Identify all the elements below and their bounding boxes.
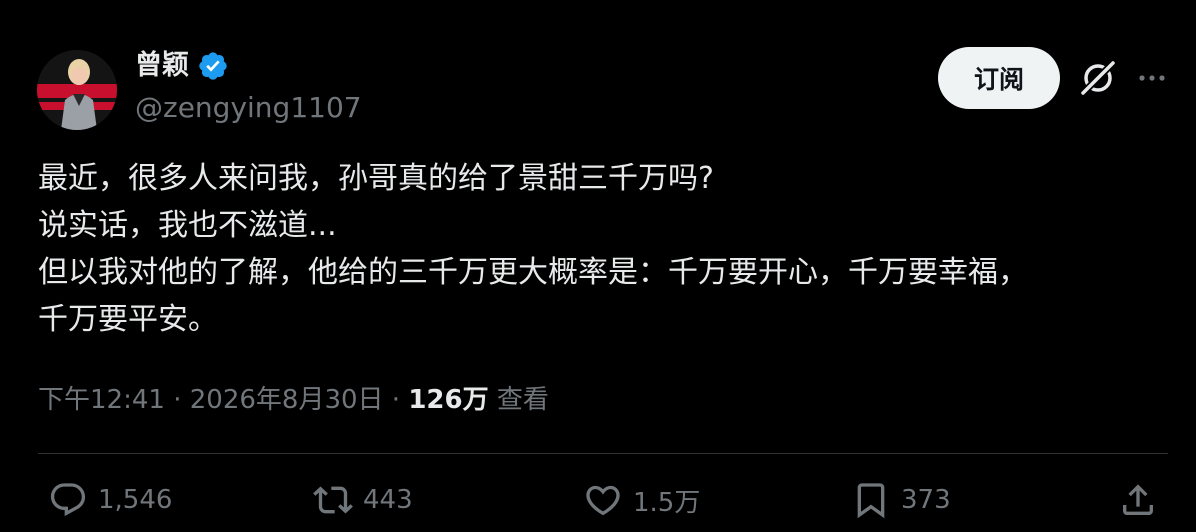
- subscribe-button[interactable]: 订阅: [938, 47, 1060, 109]
- action-bar: 1,546 443 1.5万 373: [0, 474, 1196, 530]
- divider: [38, 453, 1168, 454]
- share-icon: [1123, 484, 1153, 515]
- like-count: 1.5万: [633, 487, 701, 518]
- share-button[interactable]: [1118, 480, 1158, 520]
- tweet-text-line: 但以我对他的了解，他给的三千万更大概率是：千万要开心，千万要幸福，: [38, 255, 1028, 290]
- verified-badge-icon[interactable]: [197, 50, 229, 82]
- author-handle[interactable]: @zengying1107: [135, 90, 362, 126]
- tweet-date[interactable]: 2026年8月30日: [190, 385, 384, 415]
- tweet-text: 最近，很多人来问我，孙哥真的给了景甜三千万吗? 说实话，我也不滋道... 但以我…: [38, 155, 1168, 343]
- meta-separator: ·: [391, 385, 401, 415]
- grok-icon[interactable]: [1078, 58, 1118, 98]
- tweet-time[interactable]: 下午12:41: [38, 385, 165, 415]
- views-count[interactable]: 126万: [408, 385, 488, 415]
- tweet-card: 曾颖 @zengying1107 订阅 最近，很多人来问我，孙哥真的给了景甜三千…: [0, 0, 1196, 532]
- reply-icon: [50, 483, 86, 517]
- reply-count: 1,546: [98, 485, 173, 515]
- meta-separator: ·: [173, 385, 182, 415]
- like-button[interactable]: 1.5万: [583, 480, 700, 520]
- heart-icon: [586, 485, 620, 516]
- author-display-name[interactable]: 曾颖: [135, 48, 189, 84]
- retweet-count: 443: [363, 485, 413, 515]
- bookmark-button[interactable]: 373: [851, 480, 951, 520]
- reply-button[interactable]: 1,546: [48, 480, 172, 520]
- bookmark-icon: [857, 483, 885, 519]
- views-label: 查看: [496, 385, 549, 415]
- more-dots-icon[interactable]: [1136, 64, 1168, 92]
- tweet-text-line: 说实话，我也不滋道...: [38, 208, 337, 243]
- tweet-text-line: 最近，很多人来问我，孙哥真的给了景甜三千万吗?: [38, 161, 714, 196]
- avatar-image: [37, 50, 117, 130]
- retweet-button[interactable]: 443: [313, 480, 413, 520]
- tweet-text-line: 千万要平安。: [38, 302, 218, 337]
- tweet-meta: 下午12:41 · 2026年8月30日 · 126万 查看: [38, 380, 549, 420]
- author-name-row: 曾颖: [135, 48, 229, 84]
- retweet-icon: [313, 486, 353, 514]
- author-avatar[interactable]: [37, 50, 117, 130]
- bookmark-count: 373: [901, 485, 951, 515]
